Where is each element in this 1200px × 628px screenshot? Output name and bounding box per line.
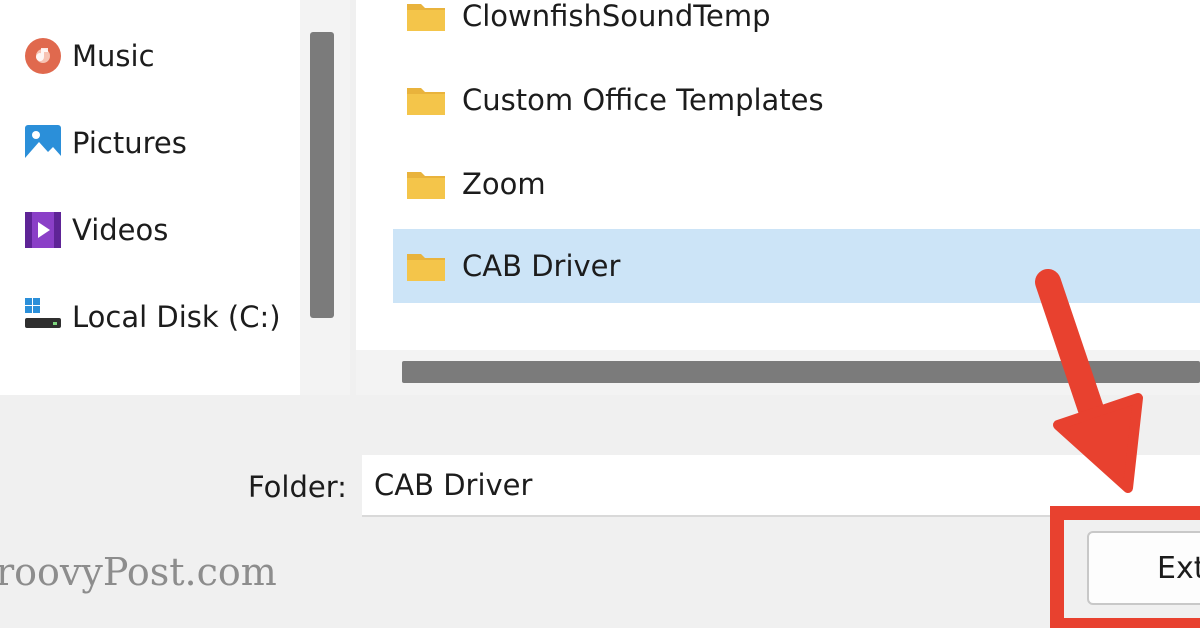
folder-name: Custom Office Templates (462, 83, 824, 117)
horizontal-scrollbar-thumb[interactable] (402, 361, 1200, 383)
nav-item-local-disk[interactable]: Local Disk (C:) (22, 295, 281, 339)
folder-name: Zoom (462, 167, 546, 201)
file-list: ClownfishSoundTemp Custom Office Templat… (356, 0, 1200, 395)
annotation-highlight-box (1050, 506, 1200, 628)
videos-icon (25, 212, 61, 248)
nav-item-label: Pictures (72, 126, 187, 160)
list-item[interactable]: ClownfishSoundTemp (393, 0, 1200, 53)
nav-item-videos[interactable]: Videos (22, 208, 168, 252)
nav-item-label: Music (72, 39, 155, 73)
folder-name: ClownfishSoundTemp (462, 0, 771, 33)
navigation-pane: Music Pictures Videos Local Disk (C:) (0, 0, 300, 395)
pictures-icon (25, 125, 61, 161)
nav-scrollbar-thumb[interactable] (310, 32, 334, 318)
local-disk-icon (25, 298, 61, 328)
nav-item-label: Videos (72, 213, 169, 247)
list-item-selected[interactable]: CAB Driver (393, 229, 1200, 303)
folder-icon (407, 4, 445, 31)
watermark: roovyPost.com (0, 550, 277, 594)
folder-label: Folder: (248, 470, 347, 504)
nav-item-label: Local Disk (C:) (72, 300, 281, 334)
folder-icon (407, 254, 445, 281)
nav-item-pictures[interactable]: Pictures (22, 121, 187, 165)
folder-icon (407, 172, 445, 199)
folder-name: CAB Driver (462, 249, 621, 283)
music-icon (25, 38, 61, 74)
list-item[interactable]: Zoom (393, 147, 1200, 221)
nav-item-music[interactable]: Music (22, 34, 155, 78)
folder-icon (407, 88, 445, 115)
extract-dialog: Music Pictures Videos Local Disk (C:) Cl… (0, 0, 1200, 628)
list-item[interactable]: Custom Office Templates (393, 63, 1200, 137)
